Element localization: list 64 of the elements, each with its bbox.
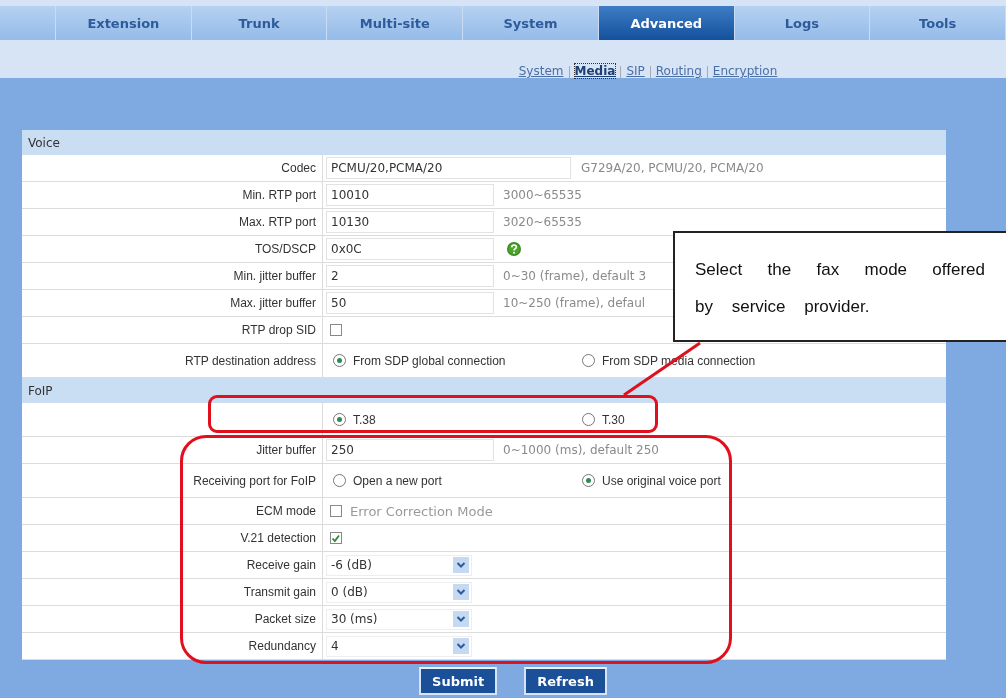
dropdown[interactable]: -6 (dB) (326, 554, 472, 576)
radio-button[interactable] (582, 354, 595, 367)
callout-note: Select the fax mode offered by service provider. (673, 231, 1006, 342)
hint-text: 3000~65535 (503, 188, 582, 202)
checkbox[interactable] (330, 505, 342, 517)
section-header: FoIP (28, 383, 53, 398)
caret-icon (453, 584, 469, 600)
caret-icon (453, 611, 469, 627)
caret-icon (453, 557, 469, 573)
field-label: Transmit gain (243, 585, 316, 599)
text-field[interactable]: 10130 (326, 211, 494, 233)
field-label: V.21 detection (240, 531, 316, 545)
dropdown[interactable]: 30 (ms) (326, 608, 472, 630)
sub-nav-link[interactable]: Encryption (712, 64, 778, 78)
radio-label: From SDP global connection (353, 353, 506, 368)
text-field[interactable]: 10010 (326, 184, 494, 206)
sub-nav-link[interactable]: Routing (655, 64, 702, 78)
nav-tab[interactable]: Advanced (598, 6, 735, 40)
field-label: Max. jitter buffer (230, 296, 316, 310)
field-label: TOS/DSCP (254, 242, 316, 256)
text-field[interactable]: 250 (326, 439, 494, 461)
field-label: Receiving port for FoIP (193, 473, 316, 488)
radio-label: Open a new port (353, 473, 442, 488)
field-label: Packet size (254, 612, 316, 626)
checkbox[interactable] (330, 532, 342, 544)
radio-label: Use original voice port (602, 473, 721, 488)
sub-nav-link[interactable]: System (518, 64, 564, 78)
field-label: RTP drop SID (241, 323, 316, 337)
field-label: Codec (281, 161, 316, 175)
section-header: Voice (28, 135, 60, 150)
text-field[interactable]: PCMU/20,PCMA/20 (326, 157, 571, 179)
field-label: Receive gain (246, 558, 316, 572)
dropdown[interactable]: 4 (326, 635, 472, 657)
radio-button[interactable] (582, 474, 595, 487)
radio-button[interactable] (333, 474, 346, 487)
hint-text: 0~30 (frame), default 3 (503, 269, 647, 283)
caret-icon (453, 638, 469, 654)
hint-text: G729A/20, PCMU/20, PCMA/20 (581, 161, 764, 175)
checkbox-caption: Error Correction Mode (350, 503, 493, 519)
field-label: Min. RTP port (242, 188, 316, 202)
form-button[interactable]: Submit (419, 667, 498, 695)
hint-text: 10~250 (frame), defaul (503, 296, 646, 310)
radio-button[interactable] (582, 413, 595, 426)
hint-text: 0~1000 (ms), default 250 (503, 443, 659, 457)
field-label: Max. RTP port (239, 215, 316, 229)
sub-nav-link[interactable]: SIP (626, 64, 645, 78)
radio-button[interactable] (333, 354, 346, 367)
field-label: ECM mode (255, 504, 316, 518)
field-label: Redundancy (248, 639, 316, 653)
hint-text: 3020~65535 (503, 215, 582, 229)
dropdown[interactable]: 0 (dB) (326, 581, 472, 603)
radio-label: T.38 (353, 412, 376, 427)
help-icon[interactable] (507, 242, 521, 256)
radio-button[interactable] (333, 413, 346, 426)
field-label: Jitter buffer (256, 443, 316, 457)
form-button[interactable]: Refresh (524, 667, 607, 695)
sub-nav-link[interactable]: Media (574, 64, 616, 78)
text-field[interactable]: 2 (326, 265, 494, 287)
field-label: RTP destination address (185, 353, 316, 368)
field-label: Min. jitter buffer (233, 269, 316, 283)
radio-label: T.30 (602, 412, 625, 427)
text-field[interactable]: 50 (326, 292, 494, 314)
text-field[interactable]: 0x0C (326, 238, 494, 260)
checkbox[interactable] (330, 324, 342, 336)
